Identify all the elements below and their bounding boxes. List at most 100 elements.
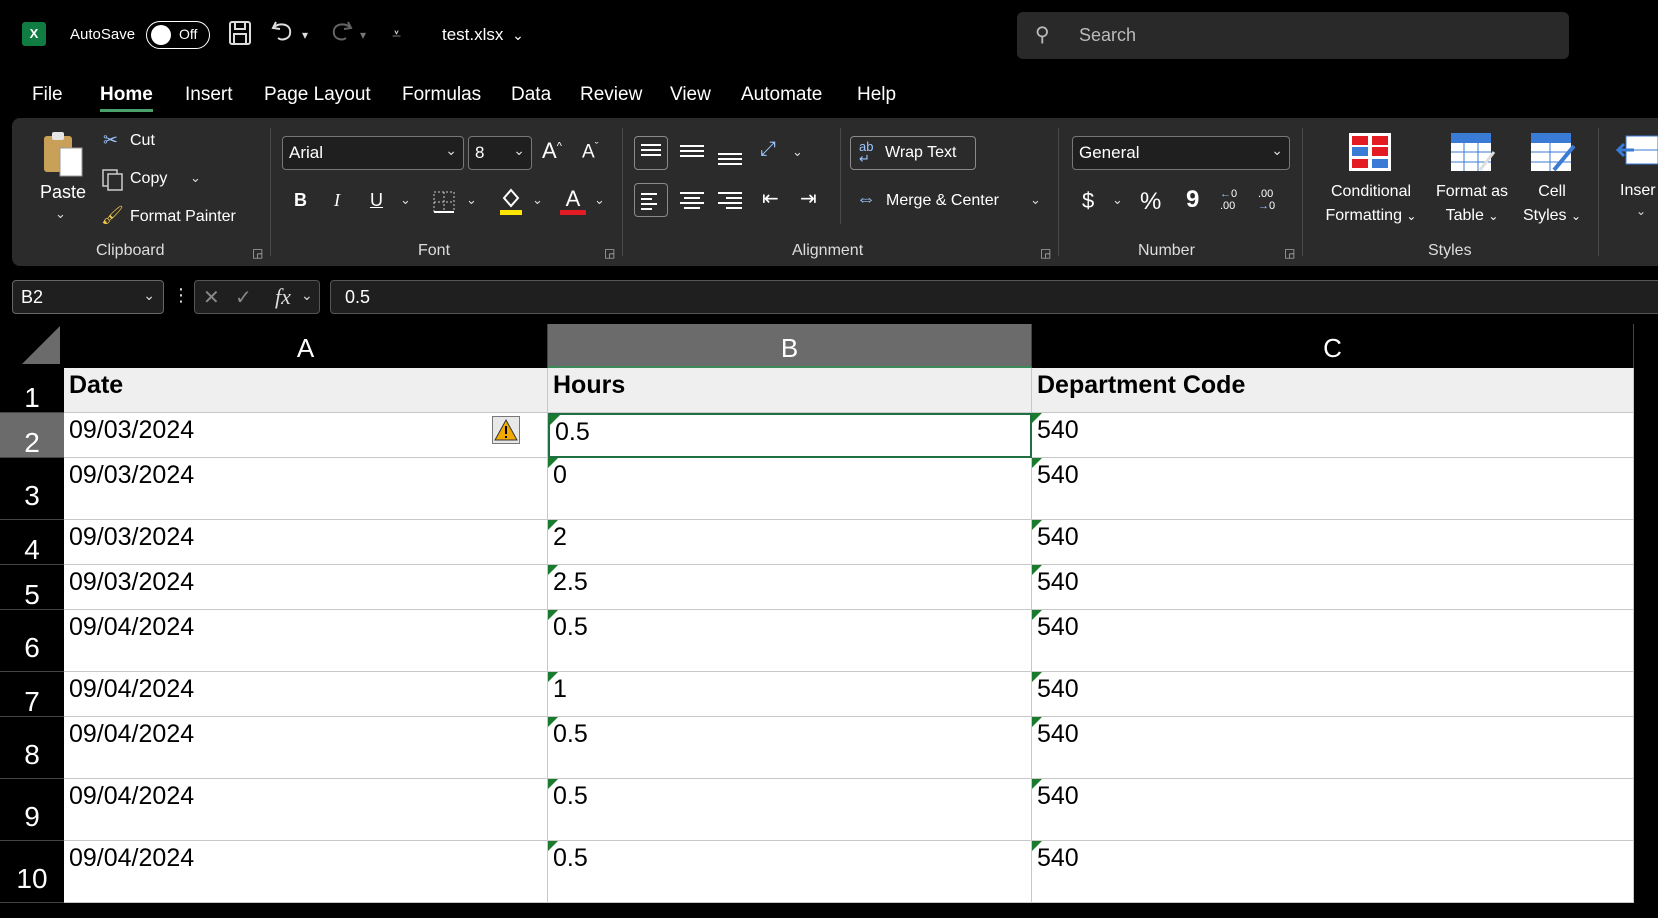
decrease-decimal-icon[interactable]: .00 →0 bbox=[1258, 188, 1275, 212]
warning-icon[interactable] bbox=[492, 416, 520, 444]
row-header[interactable]: 1 bbox=[0, 368, 64, 413]
borders-dropdown-icon[interactable]: ⌄ bbox=[466, 192, 477, 208]
cell-c[interactable]: 540 bbox=[1032, 672, 1634, 717]
formula-input[interactable]: 0.5 bbox=[330, 280, 1658, 314]
cut-button[interactable]: Cut bbox=[130, 132, 155, 150]
cell-c[interactable]: 540 bbox=[1032, 779, 1634, 841]
wrap-text-button[interactable]: ab ↵ Wrap Text bbox=[850, 136, 976, 170]
cell-b[interactable]: 0.5 bbox=[548, 779, 1032, 841]
cell-b[interactable]: 2 bbox=[548, 520, 1032, 565]
cell-c[interactable]: 540 bbox=[1032, 413, 1634, 458]
row-header[interactable]: 6 bbox=[0, 610, 64, 672]
cell-b[interactable]: 0.5 bbox=[548, 413, 1032, 458]
borders-icon[interactable] bbox=[432, 190, 456, 219]
conditional-formatting-button[interactable]: Conditional Formatting ⌄ bbox=[1322, 180, 1420, 228]
align-top-icon[interactable] bbox=[634, 136, 668, 170]
grow-font-button[interactable]: A^ bbox=[542, 138, 562, 164]
cell-a[interactable]: 09/04/2024 bbox=[64, 672, 548, 717]
bold-button[interactable]: B bbox=[294, 190, 307, 211]
increase-decimal-icon[interactable]: ←0.00 bbox=[1220, 188, 1237, 212]
paste-dropdown-icon[interactable]: ⌄ bbox=[55, 206, 66, 222]
tab-formulas[interactable]: Formulas bbox=[402, 84, 481, 106]
autosave-toggle[interactable]: Off bbox=[146, 21, 210, 49]
cell-b[interactable]: 0.5 bbox=[548, 841, 1032, 903]
number-format-select[interactable]: General ⌄ bbox=[1072, 136, 1290, 170]
row-header[interactable]: 3 bbox=[0, 458, 64, 520]
header-cell[interactable]: Date bbox=[64, 368, 548, 413]
undo-icon[interactable] bbox=[270, 18, 296, 50]
tab-automate[interactable]: Automate bbox=[741, 84, 822, 106]
row-header[interactable]: 7 bbox=[0, 672, 64, 717]
cell-styles-icon[interactable] bbox=[1530, 132, 1576, 179]
redo-icon[interactable] bbox=[328, 18, 354, 50]
column-header-b[interactable]: B bbox=[548, 324, 1032, 368]
header-cell[interactable]: Hours bbox=[548, 368, 1032, 413]
cell-a[interactable]: 09/04/2024 bbox=[64, 610, 548, 672]
percent-button[interactable]: % bbox=[1140, 188, 1161, 216]
tab-help[interactable]: Help bbox=[857, 84, 896, 106]
tab-data[interactable]: Data bbox=[511, 84, 551, 106]
chevron-down-icon[interactable]: ⌄ bbox=[301, 287, 313, 304]
fill-color-icon[interactable] bbox=[498, 186, 524, 221]
tab-home[interactable]: Home bbox=[100, 84, 153, 112]
cell-a[interactable]: 09/03/2024 bbox=[64, 520, 548, 565]
cell-b[interactable]: 2.5 bbox=[548, 565, 1032, 610]
font-launcher-icon[interactable]: ◲ bbox=[604, 246, 615, 260]
cell-c[interactable]: 540 bbox=[1032, 610, 1634, 672]
number-launcher-icon[interactable]: ◲ bbox=[1284, 246, 1295, 260]
row-header[interactable]: 4 bbox=[0, 520, 64, 565]
paste-button[interactable]: Paste bbox=[40, 182, 86, 203]
cell-styles-button[interactable]: Cell Styles ⌄ bbox=[1514, 180, 1590, 228]
row-header[interactable]: 5 bbox=[0, 565, 64, 610]
cell-a[interactable]: 09/03/2024 bbox=[64, 565, 548, 610]
tab-review[interactable]: Review bbox=[580, 84, 642, 106]
cancel-icon[interactable]: ✕ bbox=[203, 285, 220, 310]
merge-center-button[interactable]: Merge & Center bbox=[886, 192, 999, 210]
underline-dropdown-icon[interactable]: ⌄ bbox=[400, 192, 411, 208]
search-box[interactable]: ⚲ Search bbox=[1017, 12, 1569, 59]
header-cell[interactable]: Department Code bbox=[1032, 368, 1634, 413]
alignment-launcher-icon[interactable]: ◲ bbox=[1040, 246, 1051, 260]
cell-c[interactable]: 540 bbox=[1032, 717, 1634, 779]
row-header[interactable]: 8 bbox=[0, 717, 64, 779]
fill-color-dropdown-icon[interactable]: ⌄ bbox=[532, 192, 543, 208]
insert-cells-button[interactable]: Inser bbox=[1620, 182, 1656, 200]
tab-file[interactable]: File bbox=[32, 84, 63, 106]
font-name-select[interactable]: Arial ⌄ bbox=[282, 136, 464, 170]
filename[interactable]: test.xlsx ⌄ bbox=[442, 25, 524, 45]
italic-button[interactable]: I bbox=[334, 190, 340, 211]
currency-dropdown-icon[interactable]: ⌄ bbox=[1112, 192, 1123, 208]
tab-page-layout[interactable]: Page Layout bbox=[264, 84, 371, 106]
underline-button[interactable]: U bbox=[370, 190, 383, 211]
copy-button[interactable]: Copy bbox=[130, 170, 167, 188]
orientation-icon[interactable]: ⤢ bbox=[760, 138, 776, 161]
increase-indent-icon[interactable]: ⇥ bbox=[800, 186, 817, 211]
row-header[interactable]: 9 bbox=[0, 779, 64, 841]
copy-dropdown-icon[interactable]: ⌄ bbox=[190, 170, 201, 186]
more-options-icon[interactable]: ⋮ bbox=[172, 285, 190, 306]
cell-b[interactable]: 0 bbox=[548, 458, 1032, 520]
format-as-table-button[interactable]: Format as Table ⌄ bbox=[1430, 180, 1514, 228]
cell-c[interactable]: 540 bbox=[1032, 841, 1634, 903]
cell-c[interactable]: 540 bbox=[1032, 565, 1634, 610]
conditional-formatting-icon[interactable] bbox=[1348, 132, 1392, 177]
row-header[interactable]: 2 bbox=[0, 413, 64, 458]
merge-center-icon[interactable]: ⇔ bbox=[856, 188, 876, 211]
cell-c[interactable]: 540 bbox=[1032, 458, 1634, 520]
merge-dropdown-icon[interactable]: ⌄ bbox=[1030, 192, 1041, 208]
align-left-icon[interactable] bbox=[634, 183, 668, 217]
insert-function-icon[interactable]: fx bbox=[275, 284, 291, 310]
column-header-a[interactable]: A bbox=[64, 324, 548, 368]
font-color-icon[interactable]: A bbox=[560, 186, 586, 215]
select-all-button[interactable] bbox=[0, 324, 64, 368]
cell-b[interactable]: 0.5 bbox=[548, 610, 1032, 672]
comma-style-button[interactable]: 9 bbox=[1186, 186, 1199, 214]
format-painter-button[interactable]: Format Painter bbox=[130, 208, 236, 226]
shrink-font-button[interactable]: Aˇ bbox=[582, 141, 598, 163]
redo-dropdown-icon[interactable]: ▾ bbox=[360, 28, 366, 42]
undo-dropdown-icon[interactable]: ▾ bbox=[302, 28, 308, 42]
cell-c[interactable]: 540 bbox=[1032, 520, 1634, 565]
name-box[interactable]: B2 ⌄ bbox=[12, 280, 164, 314]
currency-button[interactable]: $ bbox=[1082, 188, 1094, 214]
orientation-dropdown-icon[interactable]: ⌄ bbox=[792, 144, 803, 160]
